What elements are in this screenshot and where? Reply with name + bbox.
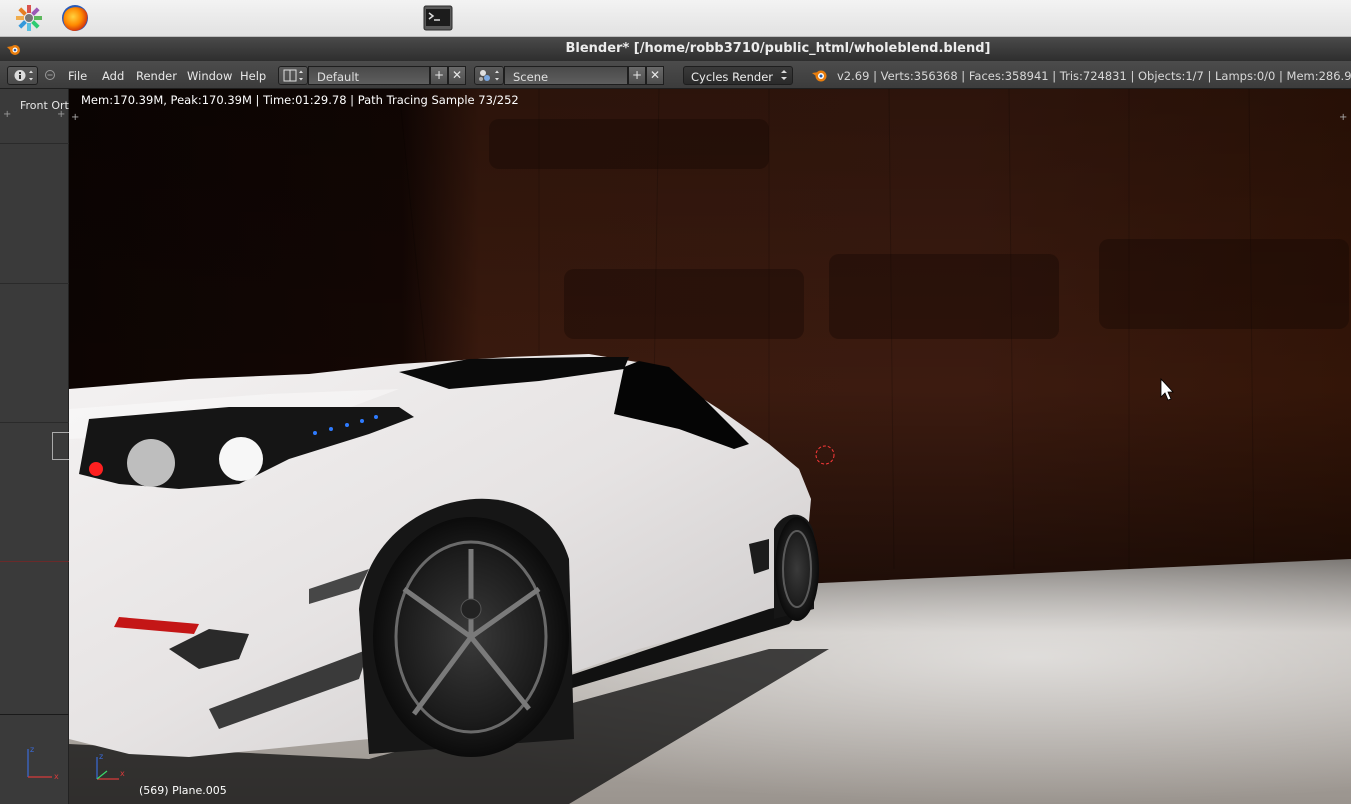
axis-gizmo-icon: z x	[22, 743, 62, 787]
3d-viewport[interactable]: + + z x Mem:170.39M, Peak:170.39M | Time…	[69, 89, 1351, 804]
svg-text:x: x	[120, 769, 125, 778]
scene-name-field[interactable]: Scene	[504, 66, 628, 85]
menu-render[interactable]: Render	[136, 69, 177, 83]
menu-add[interactable]: Add	[102, 69, 124, 83]
svg-text:z: z	[30, 745, 34, 754]
menu-file[interactable]: File	[68, 69, 87, 83]
view-label: Front Orth	[20, 99, 76, 112]
panel-divider	[0, 143, 69, 144]
dropdown-arrows-icon	[780, 68, 788, 85]
svg-text:+: +	[71, 112, 79, 123]
region-plus-icon[interactable]: +	[57, 109, 65, 120]
app-menu-icon[interactable]	[14, 3, 44, 33]
window-titlebar: Blender* [/home/robb3710/public_html/who…	[0, 37, 1351, 61]
render-engine-dropdown[interactable]: Cycles Render	[683, 66, 793, 85]
collapse-menu-icon[interactable]	[44, 69, 56, 84]
delete-screen-button[interactable]: ✕	[448, 66, 466, 85]
screen-layout-selector[interactable]	[278, 66, 308, 85]
region-toggle[interactable]	[52, 432, 69, 460]
editor-type-selector[interactable]	[7, 66, 38, 85]
screen-name-field[interactable]: Default	[308, 66, 430, 85]
window-title: Blender* [/home/robb3710/public_html/who…	[565, 41, 991, 56]
svg-text:+: +	[1339, 112, 1347, 123]
svg-text:z: z	[99, 752, 103, 761]
menu-help[interactable]: Help	[240, 69, 266, 83]
terminal-icon[interactable]	[423, 5, 453, 31]
panel-divider	[0, 714, 69, 715]
panel-divider	[0, 422, 69, 423]
add-scene-button[interactable]: +	[628, 66, 646, 85]
svg-text:x: x	[54, 772, 59, 781]
active-object-info: (569) Plane.005	[139, 784, 227, 797]
scene-selector[interactable]	[474, 66, 504, 85]
render-engine-label: Cycles Render	[691, 70, 774, 84]
region-plus-icon[interactable]: +	[3, 109, 11, 120]
panel-divider	[0, 283, 69, 284]
tool-shelf: Front Orth + + z x	[0, 89, 76, 804]
menu-window[interactable]: Window	[187, 69, 232, 83]
x-axis-line	[0, 561, 69, 562]
firefox-icon[interactable]	[60, 3, 90, 33]
delete-scene-button[interactable]: ✕	[646, 66, 664, 85]
scene-stats: v2.69 | Verts:356368 | Faces:358941 | Tr…	[837, 69, 1351, 83]
rendered-scene: + + z x	[69, 89, 1351, 804]
info-header: File Add Render Window Help Default + ✕ …	[0, 61, 1351, 89]
os-taskbar	[0, 0, 1351, 37]
blender-logo-icon	[811, 67, 828, 86]
add-screen-button[interactable]: +	[430, 66, 448, 85]
render-progress-info: Mem:170.39M, Peak:170.39M | Time:01:29.7…	[81, 93, 519, 107]
